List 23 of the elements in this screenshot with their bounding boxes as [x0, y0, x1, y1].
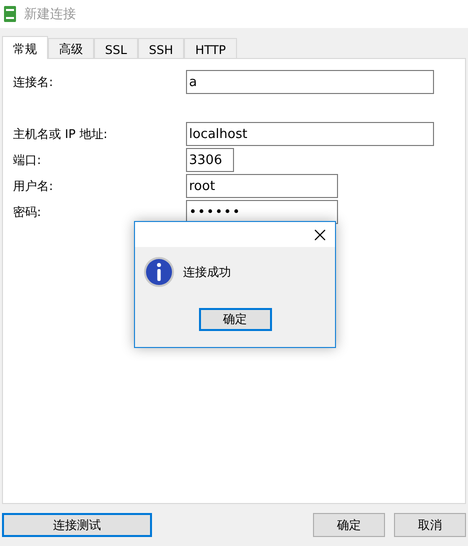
- field-label: 端口:: [13, 152, 42, 168]
- info-icon: [143, 256, 175, 288]
- tab[interactable]: 常规: [2, 36, 48, 59]
- field-label: 用户名:: [13, 178, 54, 194]
- tab[interactable]: 高级: [48, 38, 94, 58]
- tab[interactable]: SSL: [94, 38, 138, 58]
- field-label: 主机名或 IP 地址:: [13, 126, 108, 142]
- dialog-button[interactable]: 连接测试: [2, 513, 152, 537]
- app-icon: [4, 6, 16, 22]
- input-field[interactable]: root: [186, 174, 338, 198]
- ok-button[interactable]: 确定: [198, 308, 272, 331]
- window-title: 新建连接: [24, 6, 76, 23]
- field-label: 连接名:: [13, 74, 54, 90]
- close-icon[interactable]: [313, 228, 327, 242]
- dialog-button[interactable]: 取消: [394, 513, 466, 537]
- input-field[interactable]: localhost: [186, 122, 434, 146]
- tab[interactable]: HTTP: [184, 38, 237, 58]
- input-field[interactable]: 3306: [186, 148, 234, 172]
- input-field[interactable]: a: [186, 70, 434, 94]
- tab[interactable]: SSH: [138, 38, 184, 58]
- field-label: 密码:: [13, 204, 42, 220]
- dialog-button[interactable]: 确定: [313, 513, 385, 537]
- message-text: 连接成功: [183, 264, 231, 280]
